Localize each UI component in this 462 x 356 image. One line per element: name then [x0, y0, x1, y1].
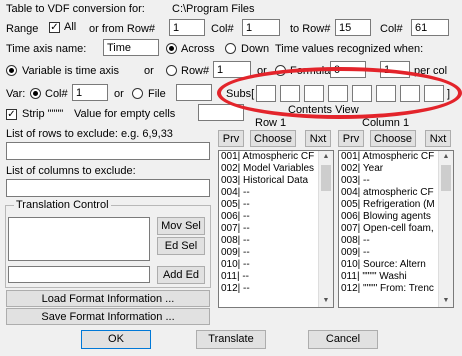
scroll-down-icon[interactable]: ▼: [319, 295, 333, 307]
all-checkbox[interactable]: ✓: [49, 22, 60, 33]
save-format-button[interactable]: Save Format Information ...: [6, 308, 210, 325]
time-axis-input[interactable]: Time: [103, 39, 159, 56]
list-item[interactable]: 006| --: [219, 211, 333, 223]
across-label: Across: [181, 43, 215, 55]
list-item[interactable]: 003| Historical Data: [219, 175, 333, 187]
list-item[interactable]: 001| Atmospheric CF: [219, 151, 333, 163]
list-item[interactable]: 011| --: [219, 271, 333, 283]
variable-time-axis-label: Variable is time axis: [22, 65, 119, 77]
strip-checkbox[interactable]: ✓: [6, 109, 17, 120]
column1-title: Column 1: [362, 117, 410, 129]
list-item[interactable]: 010| Source: Altern: [339, 259, 453, 271]
exclude-cols-input[interactable]: [6, 179, 210, 197]
time-axis-label: Time axis name:: [6, 43, 87, 55]
time-recognized-label: Time values recognized when:: [275, 43, 424, 55]
scroll-thumb[interactable]: [441, 165, 451, 191]
list-item[interactable]: 010| --: [219, 259, 333, 271]
down-label: Down: [241, 43, 270, 55]
list-item[interactable]: 001| Atmospheric CF: [339, 151, 453, 163]
from-row-label: or from Row#: [89, 23, 156, 35]
row-from-input[interactable]: 1: [169, 19, 205, 36]
strip-label: Strip """": [22, 108, 64, 120]
or-label: or: [144, 65, 154, 77]
file-label: File: [148, 88, 166, 100]
down-radio[interactable]: [225, 43, 236, 54]
scroll-down-icon[interactable]: ▼: [439, 295, 453, 307]
list-item[interactable]: 003| --: [339, 175, 453, 187]
row1-prev-button[interactable]: Prv: [218, 130, 244, 147]
add-ed-input[interactable]: [8, 266, 150, 283]
scroll-up-icon[interactable]: ▲: [319, 151, 333, 163]
col-from-input[interactable]: 1: [242, 19, 280, 36]
translation-control-title: Translation Control: [14, 199, 111, 211]
column1-list[interactable]: 001| Atmospheric CF 002| Year 003| -- 004| …: [338, 150, 454, 308]
all-label: All: [64, 21, 77, 33]
row1-title: Row 1: [255, 117, 287, 129]
col-to-input[interactable]: 61: [411, 19, 449, 36]
row1-list[interactable]: 001| Atmospheric CF 002| Model Variables 0…: [218, 150, 334, 308]
mov-sel-button[interactable]: Mov Sel: [157, 217, 205, 235]
file-radio[interactable]: [132, 88, 143, 99]
list-item[interactable]: 005| --: [219, 199, 333, 211]
row-radio[interactable]: [166, 65, 177, 76]
list-item[interactable]: 007| --: [219, 223, 333, 235]
empty-cells-label: Value for empty cells: [74, 108, 176, 120]
vdf-conversion-dialog: Table to VDF conversion for: C:\Program …: [0, 0, 462, 356]
list-item[interactable]: 011| """" Washi: [339, 271, 453, 283]
list-item[interactable]: 004| atmospheric CF: [339, 187, 453, 199]
across-radio[interactable]: [166, 43, 177, 54]
list-item[interactable]: 012| --: [219, 283, 333, 295]
list-item[interactable]: 006| Blowing agents: [339, 211, 453, 223]
col-from-label: Col#: [211, 23, 234, 35]
translation-textarea[interactable]: [8, 217, 150, 261]
source-path: C:\Program Files: [172, 3, 255, 15]
list-item[interactable]: 009| --: [219, 247, 333, 259]
exclude-rows-input[interactable]: [6, 142, 210, 160]
column1-prev-button[interactable]: Prv: [338, 130, 364, 147]
var-col-label: Col#: [45, 88, 68, 100]
var-or-label: or: [114, 88, 124, 100]
range-label: Range: [6, 23, 39, 35]
column1-next-button[interactable]: Nxt: [425, 130, 451, 147]
list-item[interactable]: 008| --: [339, 235, 453, 247]
row1-next-button[interactable]: Nxt: [305, 130, 331, 147]
variable-time-axis-radio[interactable]: [6, 65, 17, 76]
cancel-button[interactable]: Cancel: [308, 330, 378, 349]
list-item[interactable]: 002| Model Variables: [219, 163, 333, 175]
red-highlight-ellipse: [217, 67, 462, 119]
list-item[interactable]: 002| Year: [339, 163, 453, 175]
column1-scrollbar[interactable]: ▲ ▼: [438, 151, 453, 307]
scroll-thumb[interactable]: [321, 165, 331, 191]
list-item[interactable]: 007| Open-cell foam,: [339, 223, 453, 235]
col-to-label: Col#: [380, 23, 403, 35]
column1-choose-button[interactable]: Choose: [370, 130, 416, 147]
var-label: Var:: [6, 88, 26, 100]
row-label: Row#: [181, 65, 210, 77]
file-input[interactable]: [176, 84, 212, 101]
translate-button[interactable]: Translate: [196, 330, 266, 349]
exclude-rows-label: List of rows to exclude: e.g. 6,9,33: [6, 128, 173, 140]
ok-button[interactable]: OK: [81, 330, 151, 349]
add-ed-button[interactable]: Add Ed: [157, 266, 205, 284]
list-item[interactable]: 005| Refrigeration (M: [339, 199, 453, 211]
to-row-label: to Row#: [290, 23, 331, 35]
row1-choose-button[interactable]: Choose: [250, 130, 296, 147]
list-item[interactable]: 012| """" From: Trenc: [339, 283, 453, 295]
ed-sel-button[interactable]: Ed Sel: [157, 237, 205, 255]
load-format-button[interactable]: Load Format Information ...: [6, 290, 210, 307]
exclude-cols-label: List of columns to exclude:: [6, 165, 136, 177]
var-col-input[interactable]: 1: [72, 84, 108, 101]
list-item[interactable]: 009| --: [339, 247, 453, 259]
list-item[interactable]: 004| --: [219, 187, 333, 199]
list-item[interactable]: 008| --: [219, 235, 333, 247]
dialog-title: Table to VDF conversion for:: [6, 3, 145, 15]
row1-scrollbar[interactable]: ▲ ▼: [318, 151, 333, 307]
row-to-input[interactable]: 15: [335, 19, 371, 36]
scroll-up-icon[interactable]: ▲: [439, 151, 453, 163]
var-col-radio[interactable]: [30, 88, 41, 99]
